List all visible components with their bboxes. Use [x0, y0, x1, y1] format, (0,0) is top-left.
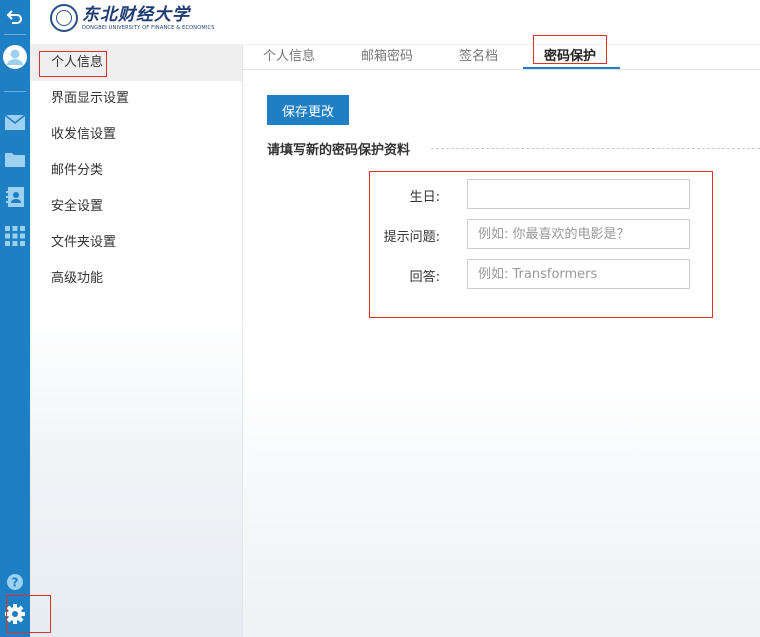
logo-text-cn: 东北财经大学	[82, 5, 190, 25]
settings-nav: 个人信息 界面显示设置 收发信设置 邮件分类 安全设置 文件夹设置 高级功能	[30, 45, 243, 637]
section-divider	[431, 148, 760, 149]
answer-row: 回答:	[370, 259, 714, 289]
nav-item-label: 邮件分类	[51, 163, 104, 178]
tab-personal-info[interactable]: 个人信息	[263, 45, 315, 70]
seal-icon	[50, 4, 78, 32]
birthday-row: 生日:	[370, 179, 714, 209]
nav-item-folder-settings[interactable]: 文件夹设置	[30, 225, 242, 261]
nav-item-label: 高级功能	[51, 271, 104, 286]
svg-text:?: ?	[12, 576, 19, 590]
gear-highlight	[6, 595, 51, 633]
back-icon[interactable]	[0, 6, 30, 28]
help-icon[interactable]: ?	[0, 573, 30, 591]
nav-item-label: 界面显示设置	[51, 91, 130, 106]
university-logo: 东北财经大学 DONGBEI UNIVERSITY OF FINANCE & E…	[50, 3, 215, 33]
tab-bar: 个人信息 邮箱密码 签名档 密码保护	[243, 35, 760, 70]
nav-item-label: 文件夹设置	[51, 235, 117, 250]
nav-item-send-receive-settings[interactable]: 收发信设置	[30, 117, 242, 153]
section-title: 请填写新的密码保护资料	[267, 143, 411, 158]
apps-icon[interactable]	[0, 225, 30, 247]
icon-rail: ?	[0, 0, 30, 637]
nav-item-display-settings[interactable]: 界面显示设置	[30, 81, 242, 117]
contacts-icon[interactable]	[0, 186, 30, 208]
tab-signature[interactable]: 签名档	[459, 45, 498, 70]
nav-item-label: 收发信设置	[51, 127, 117, 142]
logo-text-en: DONGBEI UNIVERSITY OF FINANCE & ECONOMIC…	[82, 25, 215, 31]
active-tab-underline	[523, 67, 620, 69]
nav-item-security-settings[interactable]: 安全设置	[30, 189, 242, 225]
nav-item-label: 安全设置	[51, 199, 104, 214]
tab-mailbox-password[interactable]: 邮箱密码	[361, 45, 413, 70]
answer-input[interactable]	[467, 259, 690, 289]
main-panel: 个人信息 邮箱密码 签名档 密码保护 保存更改 请填写新的密码保护资料 生日: …	[243, 35, 760, 637]
birthday-label: 生日:	[409, 190, 440, 205]
answer-label: 回答:	[409, 270, 440, 285]
nav-item-advanced[interactable]: 高级功能	[30, 261, 242, 297]
folder-icon[interactable]	[0, 149, 30, 169]
tab-password-protection[interactable]: 密码保护	[523, 35, 620, 70]
mail-icon[interactable]	[0, 112, 30, 132]
question-row: 提示问题:	[370, 219, 714, 249]
question-label: 提示问题:	[383, 230, 440, 245]
save-changes-button[interactable]: 保存更改	[267, 95, 349, 125]
header-bar: 东北财经大学 DONGBEI UNIVERSITY OF FINANCE & E…	[30, 0, 760, 45]
tab-highlight	[533, 35, 607, 64]
password-protection-form: 生日: 提示问题: 回答:	[369, 171, 713, 318]
avatar-icon[interactable]	[0, 43, 30, 71]
birthday-input[interactable]	[467, 179, 690, 209]
nav-item-personal-info[interactable]: 个人信息	[30, 45, 242, 81]
nav-highlight	[39, 51, 107, 77]
nav-item-mail-filters[interactable]: 邮件分类	[30, 153, 242, 189]
question-input[interactable]	[467, 219, 690, 249]
